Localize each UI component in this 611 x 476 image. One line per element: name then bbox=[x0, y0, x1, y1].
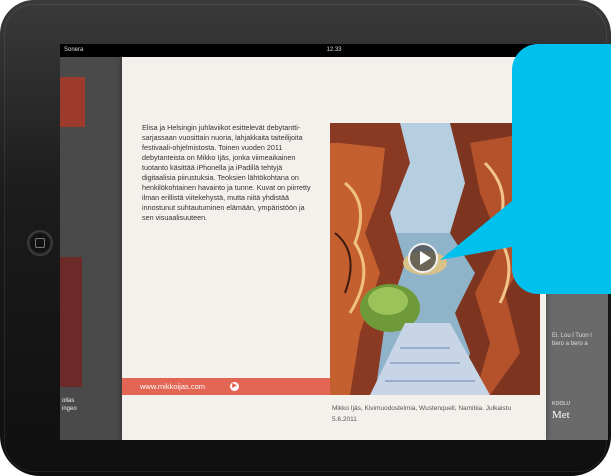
home-button[interactable] bbox=[27, 230, 53, 256]
ipad-frame: Sonera 12.33 ollas ingeo El. Lou l Tuon … bbox=[0, 0, 611, 476]
article-intro: Elisa ja Helsingin juhlaviikot esittelev… bbox=[142, 123, 311, 222]
next-page-text: El. Lou l Tuon l bero a bero a bbox=[552, 333, 592, 347]
previous-page-photo bbox=[60, 257, 82, 387]
next-page-section-label: KOOLU bbox=[552, 401, 571, 407]
next-page-headline: Met bbox=[552, 409, 570, 421]
website-link[interactable]: www.mikkoijas.com ▶ bbox=[122, 378, 330, 395]
play-icon[interactable] bbox=[408, 243, 438, 273]
arrow-right-icon: ▶ bbox=[230, 382, 239, 391]
previous-page-preview[interactable]: ollas ingeo bbox=[60, 57, 122, 440]
image-caption: Mikko Ijäs, Kivimuodostelmia, Wustenquel… bbox=[332, 405, 512, 423]
previous-page-text: ollas ingeo bbox=[62, 398, 77, 412]
website-link-label: www.mikkoijas.com bbox=[140, 382, 206, 391]
previous-page-image bbox=[60, 77, 85, 127]
speech-bubble bbox=[512, 44, 611, 294]
